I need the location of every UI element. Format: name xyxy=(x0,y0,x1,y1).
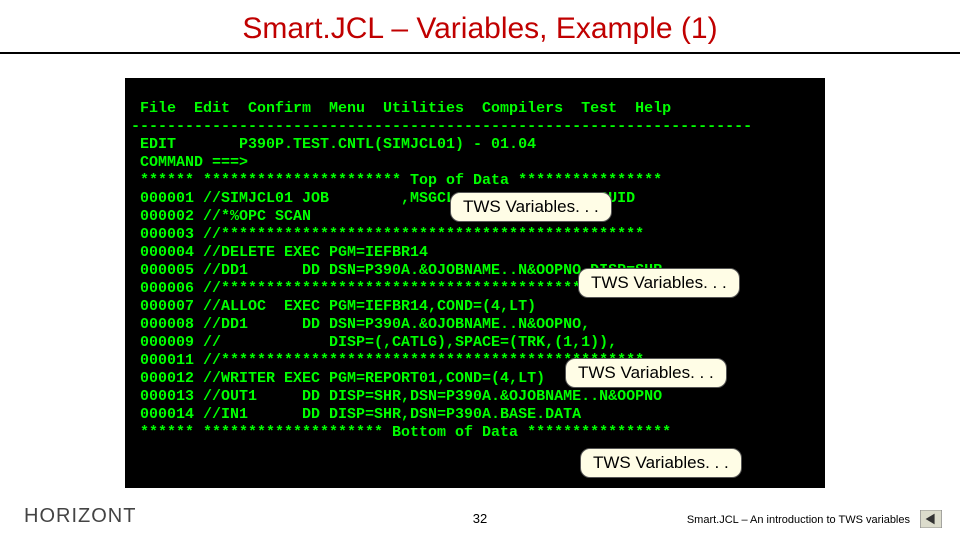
footer-brand: HORIZONT xyxy=(24,505,136,528)
jcl-line-6: 000006 //*******************************… xyxy=(131,280,644,297)
prev-slide-icon[interactable] xyxy=(920,510,942,528)
menu-sep: ----------------------------------------… xyxy=(131,118,752,135)
page-number: 32 xyxy=(473,511,487,526)
jcl-line-8: 000008 //DD1 DD DSN=P390A.&OJOBNAME..N&O… xyxy=(131,316,590,333)
jcl-line-7: 000007 //ALLOC EXEC PGM=IEFBR14,COND=(4,… xyxy=(131,298,536,315)
menu-bar: File Edit Confirm Menu Utilities Compile… xyxy=(131,100,671,117)
jcl-line-12: 000012 //WRITER EXEC PGM=REPORT01,COND=(… xyxy=(131,370,545,387)
jcl-line-13: 000013 //OUT1 DD DISP=SHR,DSN=P390A.&OJO… xyxy=(131,388,662,405)
jcl-line-4: 000004 //DELETE EXEC PGM=IEFBR14 xyxy=(131,244,428,261)
jcl-line-9: 000009 // DISP=(,CATLG),SPACE=(TRK,(1,1)… xyxy=(131,334,617,351)
callout-tws-3: TWS Variables. . . xyxy=(565,358,727,388)
footer-caption: Smart.JCL – An introduction to TWS varia… xyxy=(687,514,910,526)
bottom-of-data: ****** ******************** Bottom of Da… xyxy=(131,424,671,441)
callout-tws-4: TWS Variables. . . xyxy=(580,448,742,478)
slide-title: Smart.JCL – Variables, Example (1) xyxy=(0,0,960,46)
footer: HORIZONT 32 Smart.JCL – An introduction … xyxy=(0,504,960,528)
edit-header: EDIT P390P.TEST.CNTL(SIMJCL01) - 01.04 xyxy=(131,136,536,153)
top-of-data: ****** ********************** Top of Dat… xyxy=(131,172,662,189)
command-line: COMMAND ===> xyxy=(131,154,248,171)
callout-tws-1: TWS Variables. . . xyxy=(450,192,612,222)
jcl-line-2: 000002 //*%OPC SCAN xyxy=(131,208,311,225)
jcl-line-14: 000014 //IN1 DD DISP=SHR,DSN=P390A.BASE.… xyxy=(131,406,581,423)
title-underline xyxy=(0,52,960,54)
jcl-line-3: 000003 //*******************************… xyxy=(131,226,644,243)
callout-tws-2: TWS Variables. . . xyxy=(578,268,740,298)
